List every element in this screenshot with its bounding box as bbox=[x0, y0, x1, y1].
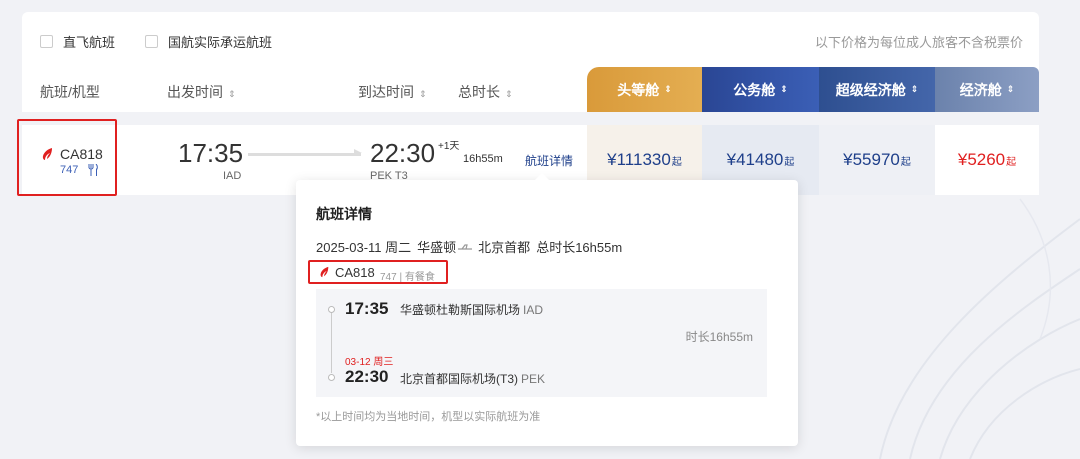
flight-list-header-panel: 直飞航班 国航实际承运航班 以下价格为每位成人旅客不含税票价 航班/机型 出发时… bbox=[22, 12, 1039, 112]
timeline-dot bbox=[328, 374, 335, 381]
sort-icon[interactable]: ⇕ bbox=[419, 89, 427, 99]
itinerary-arr-code: PEK bbox=[521, 372, 546, 386]
cabin-tab-first-label: 头等舱 bbox=[617, 81, 660, 98]
checkbox-icon[interactable] bbox=[145, 34, 159, 48]
plane-icon bbox=[458, 243, 473, 250]
price-first-value: ¥111330 bbox=[607, 150, 671, 169]
popup-origin-city: 华盛顿 bbox=[417, 240, 457, 255]
cabin-tab-economy[interactable]: 经济舱 ⇕ bbox=[935, 67, 1039, 112]
filter-row: 直飞航班 国航实际承运航班 以下价格为每位成人旅客不含税票价 bbox=[40, 32, 1023, 50]
flight-detail-popup: 航班详情 2025-03-11 周二 华盛顿 北京首都 总时长16h55m CA… bbox=[296, 173, 798, 446]
aircraft-type: 747 bbox=[60, 164, 79, 176]
price-from-suffix: 起 bbox=[671, 156, 682, 168]
column-duration-label: 总时长 bbox=[458, 84, 500, 100]
departure-time: 17:35 bbox=[178, 138, 244, 168]
price-economy-class[interactable]: ¥5260 起 bbox=[935, 125, 1039, 195]
filter-direct-only[interactable]: 直飞航班 bbox=[40, 32, 115, 51]
sort-icon[interactable]: ⇕ bbox=[780, 84, 788, 95]
popup-aircraft-meal: 747 | 有餐食 bbox=[380, 272, 435, 283]
column-duration[interactable]: 总时长 ⇕ bbox=[458, 82, 513, 102]
column-header-row: 航班/机型 出发时间 ⇕ 到达时间 ⇕ 总时长 ⇕ 头等舱 ⇕ 公务舱 ⇕ 超级经济舱 ⇕ … bbox=[22, 67, 1039, 112]
air-china-phoenix-icon bbox=[320, 266, 329, 278]
timeline-dot bbox=[328, 306, 335, 313]
itinerary-box: 17:35 华盛顿杜勒斯国际机场 IAD 时长16h55m 03-12 周三 22… bbox=[316, 289, 767, 397]
timeline-line bbox=[331, 311, 332, 373]
price-from-suffix: 起 bbox=[900, 156, 911, 168]
itinerary-arr-date: 03-12 周三 bbox=[345, 357, 394, 368]
itinerary-dep-time: 17:35 bbox=[345, 299, 389, 318]
price-note: 以下价格为每位成人旅客不含税票价 bbox=[814, 34, 1023, 50]
column-arrival-label: 到达时间 bbox=[358, 84, 414, 100]
itinerary-duration: 时长16h55m bbox=[685, 330, 753, 344]
sort-icon[interactable]: ⇕ bbox=[1007, 84, 1015, 95]
column-arrival[interactable]: 到达时间 ⇕ bbox=[358, 82, 427, 102]
sort-icon[interactable]: ⇕ bbox=[664, 84, 672, 95]
itinerary-dep-airport-name: 华盛顿杜勒斯国际机场 bbox=[400, 303, 521, 317]
filter-direct-only-label: 直飞航班 bbox=[63, 34, 116, 50]
popup-footnote: *以上时间均为当地时间，机型以实际航班为准 bbox=[316, 411, 541, 423]
route-line bbox=[248, 153, 361, 156]
background-phoenix-decoration bbox=[879, 198, 1080, 459]
itinerary-arr-time: 22:30 bbox=[345, 367, 389, 386]
flight-duration: 16h55m bbox=[463, 153, 503, 165]
price-economy-value: ¥5260 bbox=[957, 150, 1006, 169]
popup-total-duration: 总时长16h55m bbox=[536, 240, 623, 255]
cabin-tab-premium[interactable]: 超级经济舱 ⇕ bbox=[819, 67, 935, 112]
price-premium-economy[interactable]: ¥55970 起 bbox=[819, 125, 935, 195]
popup-flight-highlight: CA818 747 | 有餐食 bbox=[308, 260, 448, 284]
itinerary-arr-airport: 北京首都国际机场(T3) PEK bbox=[400, 370, 545, 387]
departure-airport-code: IAD bbox=[223, 170, 242, 182]
cabin-tab-premium-label: 超级经济舱 bbox=[835, 81, 906, 98]
popup-title: 航班详情 bbox=[316, 206, 372, 222]
flight-detail-link[interactable]: 航班详情 bbox=[525, 152, 573, 169]
checkbox-icon[interactable] bbox=[40, 34, 53, 48]
cabin-tab-business[interactable]: 公务舱 ⇕ bbox=[702, 67, 819, 112]
popup-caret bbox=[535, 173, 549, 180]
filter-ca-operated[interactable]: 国航实际承运航班 bbox=[145, 32, 272, 51]
price-premium-value: ¥55970 bbox=[843, 150, 900, 169]
flight-number: CA818 bbox=[60, 146, 103, 162]
popup-date: 2025-03-11 周二 bbox=[316, 240, 412, 255]
meal-utensils-icon bbox=[88, 164, 98, 176]
column-departure[interactable]: 出发时间 ⇕ bbox=[167, 82, 236, 102]
column-flight: 航班/机型 bbox=[40, 84, 100, 100]
sort-icon[interactable]: ⇕ bbox=[505, 89, 513, 99]
route-arrow-icon bbox=[354, 149, 362, 153]
sort-icon[interactable]: ⇕ bbox=[228, 89, 236, 99]
price-business-value: ¥41480 bbox=[726, 150, 784, 169]
column-departure-label: 出发时间 bbox=[167, 84, 223, 100]
popup-flight-number: CA818 bbox=[335, 265, 375, 280]
itinerary-arr-airport-name: 北京首都国际机场(T3) bbox=[400, 372, 518, 386]
arrival-time: 22:30 bbox=[370, 138, 436, 168]
price-from-suffix: 起 bbox=[1006, 156, 1017, 168]
sort-icon[interactable]: ⇕ bbox=[911, 84, 919, 95]
plus-day-badge: +1天 bbox=[438, 141, 460, 152]
itinerary-dep-code: IAD bbox=[523, 303, 544, 317]
air-china-phoenix-icon bbox=[42, 148, 52, 160]
popup-dest-city: 北京首都 bbox=[478, 240, 531, 255]
popup-route-summary: 2025-03-11 周二 华盛顿 北京首都 总时长16h55m bbox=[316, 237, 628, 256]
cabin-tab-business-label: 公务舱 bbox=[733, 81, 776, 98]
cabin-tab-first[interactable]: 头等舱 ⇕ bbox=[587, 67, 702, 112]
price-from-suffix: 起 bbox=[784, 156, 795, 168]
itinerary-dep-airport: 华盛顿杜勒斯国际机场 IAD bbox=[400, 301, 543, 318]
cabin-tab-economy-label: 经济舱 bbox=[959, 81, 1002, 98]
filter-ca-operated-label: 国航实际承运航班 bbox=[168, 34, 273, 50]
